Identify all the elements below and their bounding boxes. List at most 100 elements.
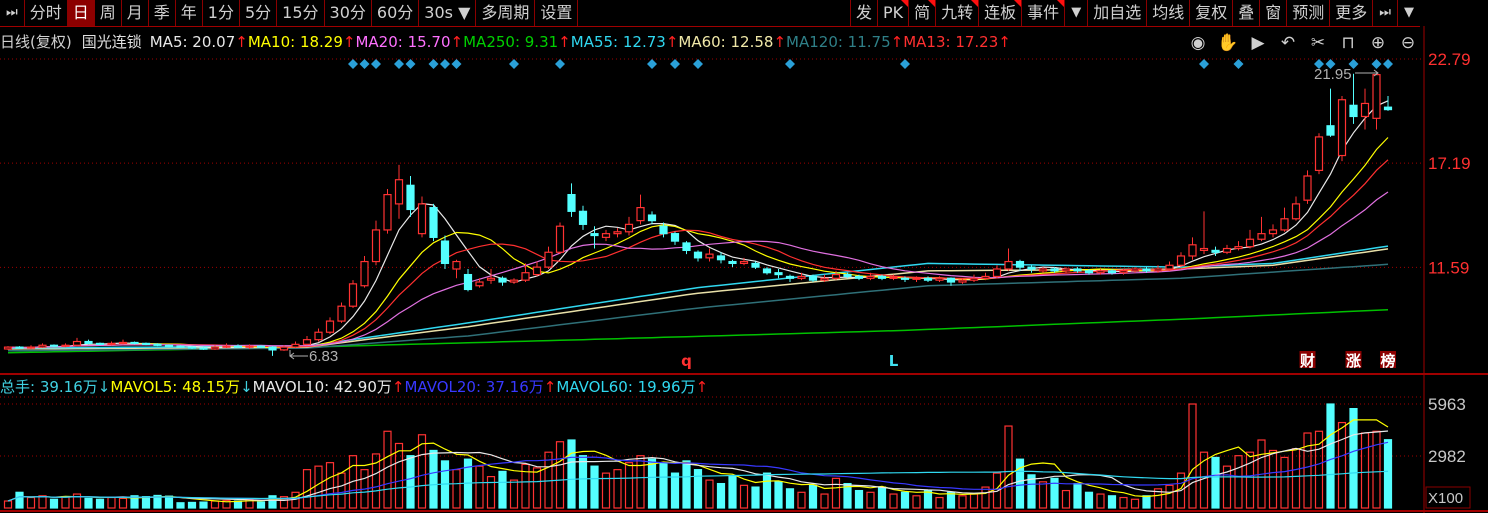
volume-bar bbox=[498, 470, 507, 509]
signal-diamond-icon[interactable] bbox=[451, 59, 462, 69]
event-labels: qL财涨榜 bbox=[681, 351, 1396, 370]
arrow-up-icon: ↑ bbox=[342, 33, 356, 51]
tab-yearly[interactable]: 年 bbox=[176, 0, 203, 26]
volume-bar bbox=[659, 462, 668, 509]
eye-icon[interactable]: ◉ bbox=[1186, 32, 1210, 54]
volume-bar bbox=[820, 493, 829, 509]
candle-body bbox=[613, 231, 622, 235]
candle-body bbox=[1096, 270, 1105, 274]
nine-turn-button[interactable]: 九转 bbox=[935, 0, 979, 26]
signal-diamond-icon[interactable] bbox=[693, 59, 703, 69]
candle bbox=[1027, 265, 1036, 273]
volume-bar bbox=[613, 469, 622, 509]
candle-body bbox=[176, 345, 185, 348]
signal-diamond-icon[interactable] bbox=[348, 59, 358, 69]
add-watchlist-button[interactable]: 加自选 bbox=[1087, 0, 1146, 26]
candle-body bbox=[245, 345, 254, 348]
signal-diamond-icon[interactable] bbox=[1383, 59, 1393, 69]
candle bbox=[314, 328, 323, 342]
tab-15min[interactable]: 15分 bbox=[277, 0, 325, 26]
event-label[interactable]: 榜 bbox=[1380, 352, 1395, 370]
period-dropdown[interactable]: 30s ▼ bbox=[419, 0, 477, 26]
event-label[interactable]: L bbox=[889, 352, 899, 370]
zoom-out-icon[interactable]: ⊖ bbox=[1396, 32, 1420, 54]
adjust-button[interactable]: 复权 bbox=[1189, 0, 1232, 26]
candle-body bbox=[785, 275, 795, 279]
undo-icon[interactable]: ↶ bbox=[1276, 32, 1300, 54]
legend-value: MA120: 11.75 bbox=[786, 33, 891, 51]
tab-60min[interactable]: 60分 bbox=[372, 0, 420, 26]
legend-value: MA60: 12.58 bbox=[678, 33, 774, 51]
tab-5min[interactable]: 5分 bbox=[240, 0, 278, 26]
tab-1min[interactable]: 1分 bbox=[203, 0, 240, 26]
signal-diamond-icon[interactable] bbox=[785, 59, 795, 69]
candle bbox=[440, 235, 450, 269]
signal-diamond-icon[interactable] bbox=[359, 59, 370, 69]
event-label[interactable]: q bbox=[681, 352, 692, 370]
more-dropdown[interactable]: ▼ bbox=[1064, 0, 1087, 26]
overlay-button[interactable]: 叠 bbox=[1232, 0, 1259, 26]
settings-button[interactable]: 设置 bbox=[535, 0, 579, 26]
signal-diamond-icon[interactable] bbox=[394, 59, 404, 69]
candle bbox=[751, 261, 760, 269]
signal-diamond-icon[interactable] bbox=[1199, 59, 1209, 69]
window-button[interactable]: 窗 bbox=[1259, 0, 1286, 26]
signal-diamond-icon[interactable] bbox=[670, 59, 680, 69]
tab-daily[interactable]: 日 bbox=[67, 0, 95, 26]
scissors-icon[interactable]: ✂ bbox=[1306, 32, 1330, 54]
events-button[interactable]: 事件 bbox=[1021, 0, 1065, 26]
candle-body bbox=[532, 266, 542, 276]
volume-bar bbox=[854, 489, 864, 509]
event-label[interactable]: 财 bbox=[1300, 352, 1315, 370]
signal-diamond-icon[interactable] bbox=[647, 59, 657, 69]
candle bbox=[1199, 211, 1209, 255]
lock-icon[interactable]: ⊓ bbox=[1336, 32, 1360, 54]
collapse-sidebar-button[interactable]: ⏭ bbox=[0, 0, 25, 26]
volume-bar bbox=[682, 460, 691, 509]
forecast-button[interactable]: 预测 bbox=[1286, 0, 1329, 26]
zoom-in-icon[interactable]: ⊕ bbox=[1366, 32, 1390, 54]
hand-icon[interactable]: ✋ bbox=[1216, 32, 1240, 54]
volume-bar bbox=[969, 493, 979, 509]
candle-body bbox=[1004, 260, 1013, 270]
volume-bar bbox=[1303, 432, 1312, 509]
signal-diamond-icon[interactable] bbox=[428, 59, 439, 69]
tab-monthly[interactable]: 月 bbox=[122, 0, 149, 26]
tab-weekly[interactable]: 周 bbox=[95, 0, 122, 26]
tab-30min[interactable]: 30分 bbox=[325, 0, 372, 26]
more-button[interactable]: 更多 bbox=[1329, 0, 1372, 26]
multi-period-button[interactable]: 多周期 bbox=[476, 0, 536, 26]
simple-button[interactable]: 简 bbox=[908, 0, 936, 26]
candle-body bbox=[751, 262, 760, 268]
candle bbox=[1015, 259, 1025, 271]
candle bbox=[95, 342, 105, 346]
event-label[interactable]: 涨 bbox=[1346, 352, 1361, 370]
volume-bar bbox=[1268, 449, 1278, 509]
tab-intraday[interactable]: 分时 bbox=[25, 0, 68, 26]
pk-button[interactable]: PK bbox=[876, 0, 909, 26]
kline-chart[interactable]: q L 财 涨 榜 22.79 17.19 11.59 5963 2982 21.95 6.83… bbox=[0, 0, 1488, 513]
consecutive-limit-button[interactable]: 连板 bbox=[978, 0, 1022, 26]
signal-diamond-icon[interactable] bbox=[509, 59, 519, 69]
moving-average-button[interactable]: 均线 bbox=[1146, 0, 1189, 26]
signal-diamond-icon[interactable] bbox=[1233, 59, 1244, 69]
stock-name[interactable]: 国光连锁 bbox=[82, 32, 142, 52]
signal-diamond-icon[interactable] bbox=[371, 59, 381, 69]
signal-diamond-icon[interactable] bbox=[900, 59, 910, 69]
expand-panel-button[interactable]: ⏭ bbox=[1372, 0, 1397, 26]
volume-bar bbox=[210, 500, 220, 509]
price-tick-label: 22.79 bbox=[1428, 50, 1471, 69]
publish-button[interactable]: 发 bbox=[849, 0, 877, 26]
signal-diamond-icon[interactable] bbox=[1371, 59, 1382, 69]
candle-body bbox=[1027, 266, 1036, 270]
volume-bar bbox=[900, 491, 910, 509]
play-icon[interactable]: ▶ bbox=[1246, 32, 1270, 54]
signal-diamond-icon[interactable] bbox=[555, 59, 565, 69]
candle-body bbox=[900, 277, 910, 280]
tab-quarterly[interactable]: 季 bbox=[149, 0, 176, 26]
candle bbox=[72, 337, 82, 347]
panel-dropdown[interactable]: ▼ bbox=[1397, 0, 1420, 26]
signal-diamond-icon[interactable] bbox=[440, 59, 450, 69]
candle bbox=[360, 255, 369, 288]
signal-diamond-icon[interactable] bbox=[405, 59, 416, 69]
